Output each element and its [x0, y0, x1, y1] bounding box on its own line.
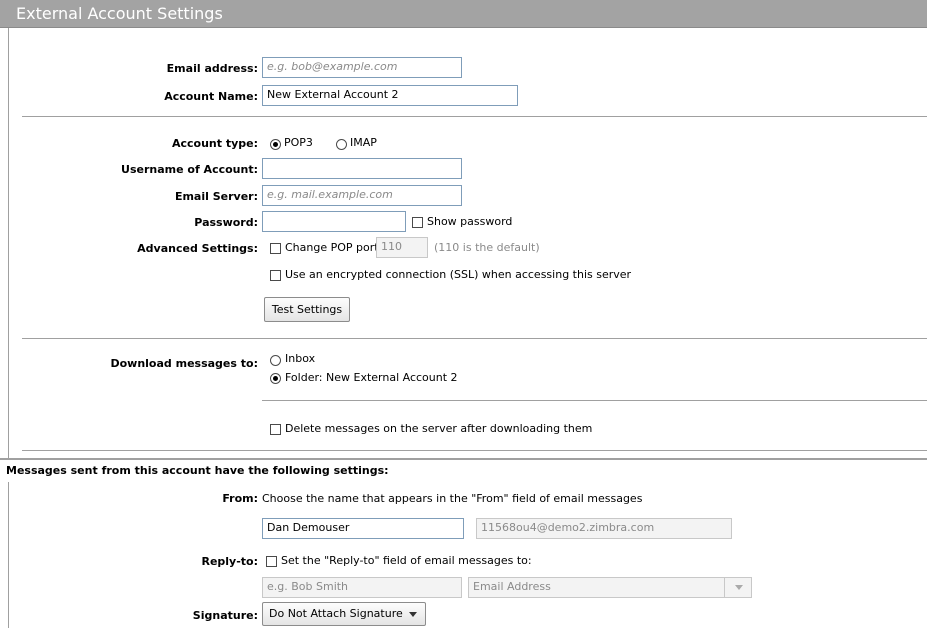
email-server-input[interactable]: e.g. mail.example.com: [262, 185, 462, 206]
folder-label: Folder: New External Account 2: [285, 371, 458, 384]
pop3-label: POP3: [284, 136, 313, 149]
pop-port-hint: (110 is the default): [434, 241, 540, 254]
reply-to-check-label: Set the "Reply-to" field of email messag…: [281, 554, 532, 567]
account-type-label: Account type:: [171, 137, 258, 150]
delete-after-download-checkbox[interactable]: [270, 424, 281, 435]
panel-title: External Account Settings: [16, 4, 223, 23]
account-name-input[interactable]: New External Account 2: [262, 85, 518, 106]
inbox-radio[interactable]: [270, 355, 281, 366]
email-address-input[interactable]: e.g. bob@example.com: [262, 57, 462, 78]
email-address-label: Email address:: [166, 62, 258, 75]
download-messages-label: Download messages to:: [110, 357, 258, 370]
pop3-radio[interactable]: [270, 139, 281, 150]
show-password-label: Show password: [427, 215, 513, 228]
panel-header: External Account Settings: [0, 0, 927, 28]
divider: [22, 450, 927, 451]
inbox-label: Inbox: [285, 352, 316, 365]
username-input[interactable]: [262, 158, 462, 179]
username-label: Username of Account:: [121, 163, 258, 176]
folder-radio[interactable]: [270, 373, 281, 384]
reply-to-checkbox[interactable]: [266, 556, 277, 567]
chevron-down-icon[interactable]: [735, 585, 743, 590]
from-name-input[interactable]: Dan Demouser: [262, 518, 464, 539]
account-name-label: Account Name:: [164, 90, 258, 103]
select-separator: [724, 578, 725, 597]
email-server-label: Email Server:: [174, 190, 258, 203]
change-pop-port-label: Change POP port: [285, 241, 379, 254]
external-account-settings-panel: External Account Settings Email address:…: [0, 0, 927, 628]
reply-to-name-input[interactable]: e.g. Bob Smith: [262, 577, 462, 598]
ssl-label: Use an encrypted connection (SSL) when a…: [285, 268, 632, 281]
reply-to-address-select[interactable]: Email Address: [468, 577, 752, 598]
signature-label: Signature:: [192, 609, 258, 622]
reply-to-label: Reply-to:: [201, 555, 258, 568]
sending-section-title: Messages sent from this account have the…: [6, 464, 389, 477]
ssl-checkbox[interactable]: [270, 270, 281, 281]
divider: [22, 338, 927, 339]
signature-value: Do Not Attach Signature: [269, 607, 403, 620]
imap-label: IMAP: [350, 136, 377, 149]
signature-select[interactable]: Do Not Attach Signature: [262, 602, 426, 626]
change-pop-port-checkbox[interactable]: [270, 243, 281, 254]
password-label: Password:: [194, 216, 258, 229]
show-password-checkbox[interactable]: [412, 217, 423, 228]
section-divider: [0, 458, 927, 460]
chevron-down-icon: [408, 611, 417, 617]
imap-radio[interactable]: [336, 139, 347, 150]
from-address-field: 11568ou4@demo2.zimbra.com: [476, 518, 732, 539]
from-hint: Choose the name that appears in the "Fro…: [262, 492, 643, 505]
advanced-settings-label: Advanced Settings:: [137, 242, 258, 255]
test-settings-button[interactable]: Test Settings: [264, 297, 350, 322]
password-input[interactable]: [262, 211, 406, 232]
reply-to-address-text: Email Address: [473, 580, 551, 593]
delete-after-download-label: Delete messages on the server after down…: [285, 422, 593, 435]
from-label: From:: [222, 492, 258, 505]
divider: [262, 400, 927, 401]
divider: [22, 116, 927, 117]
pop-port-input[interactable]: 110: [376, 237, 428, 258]
